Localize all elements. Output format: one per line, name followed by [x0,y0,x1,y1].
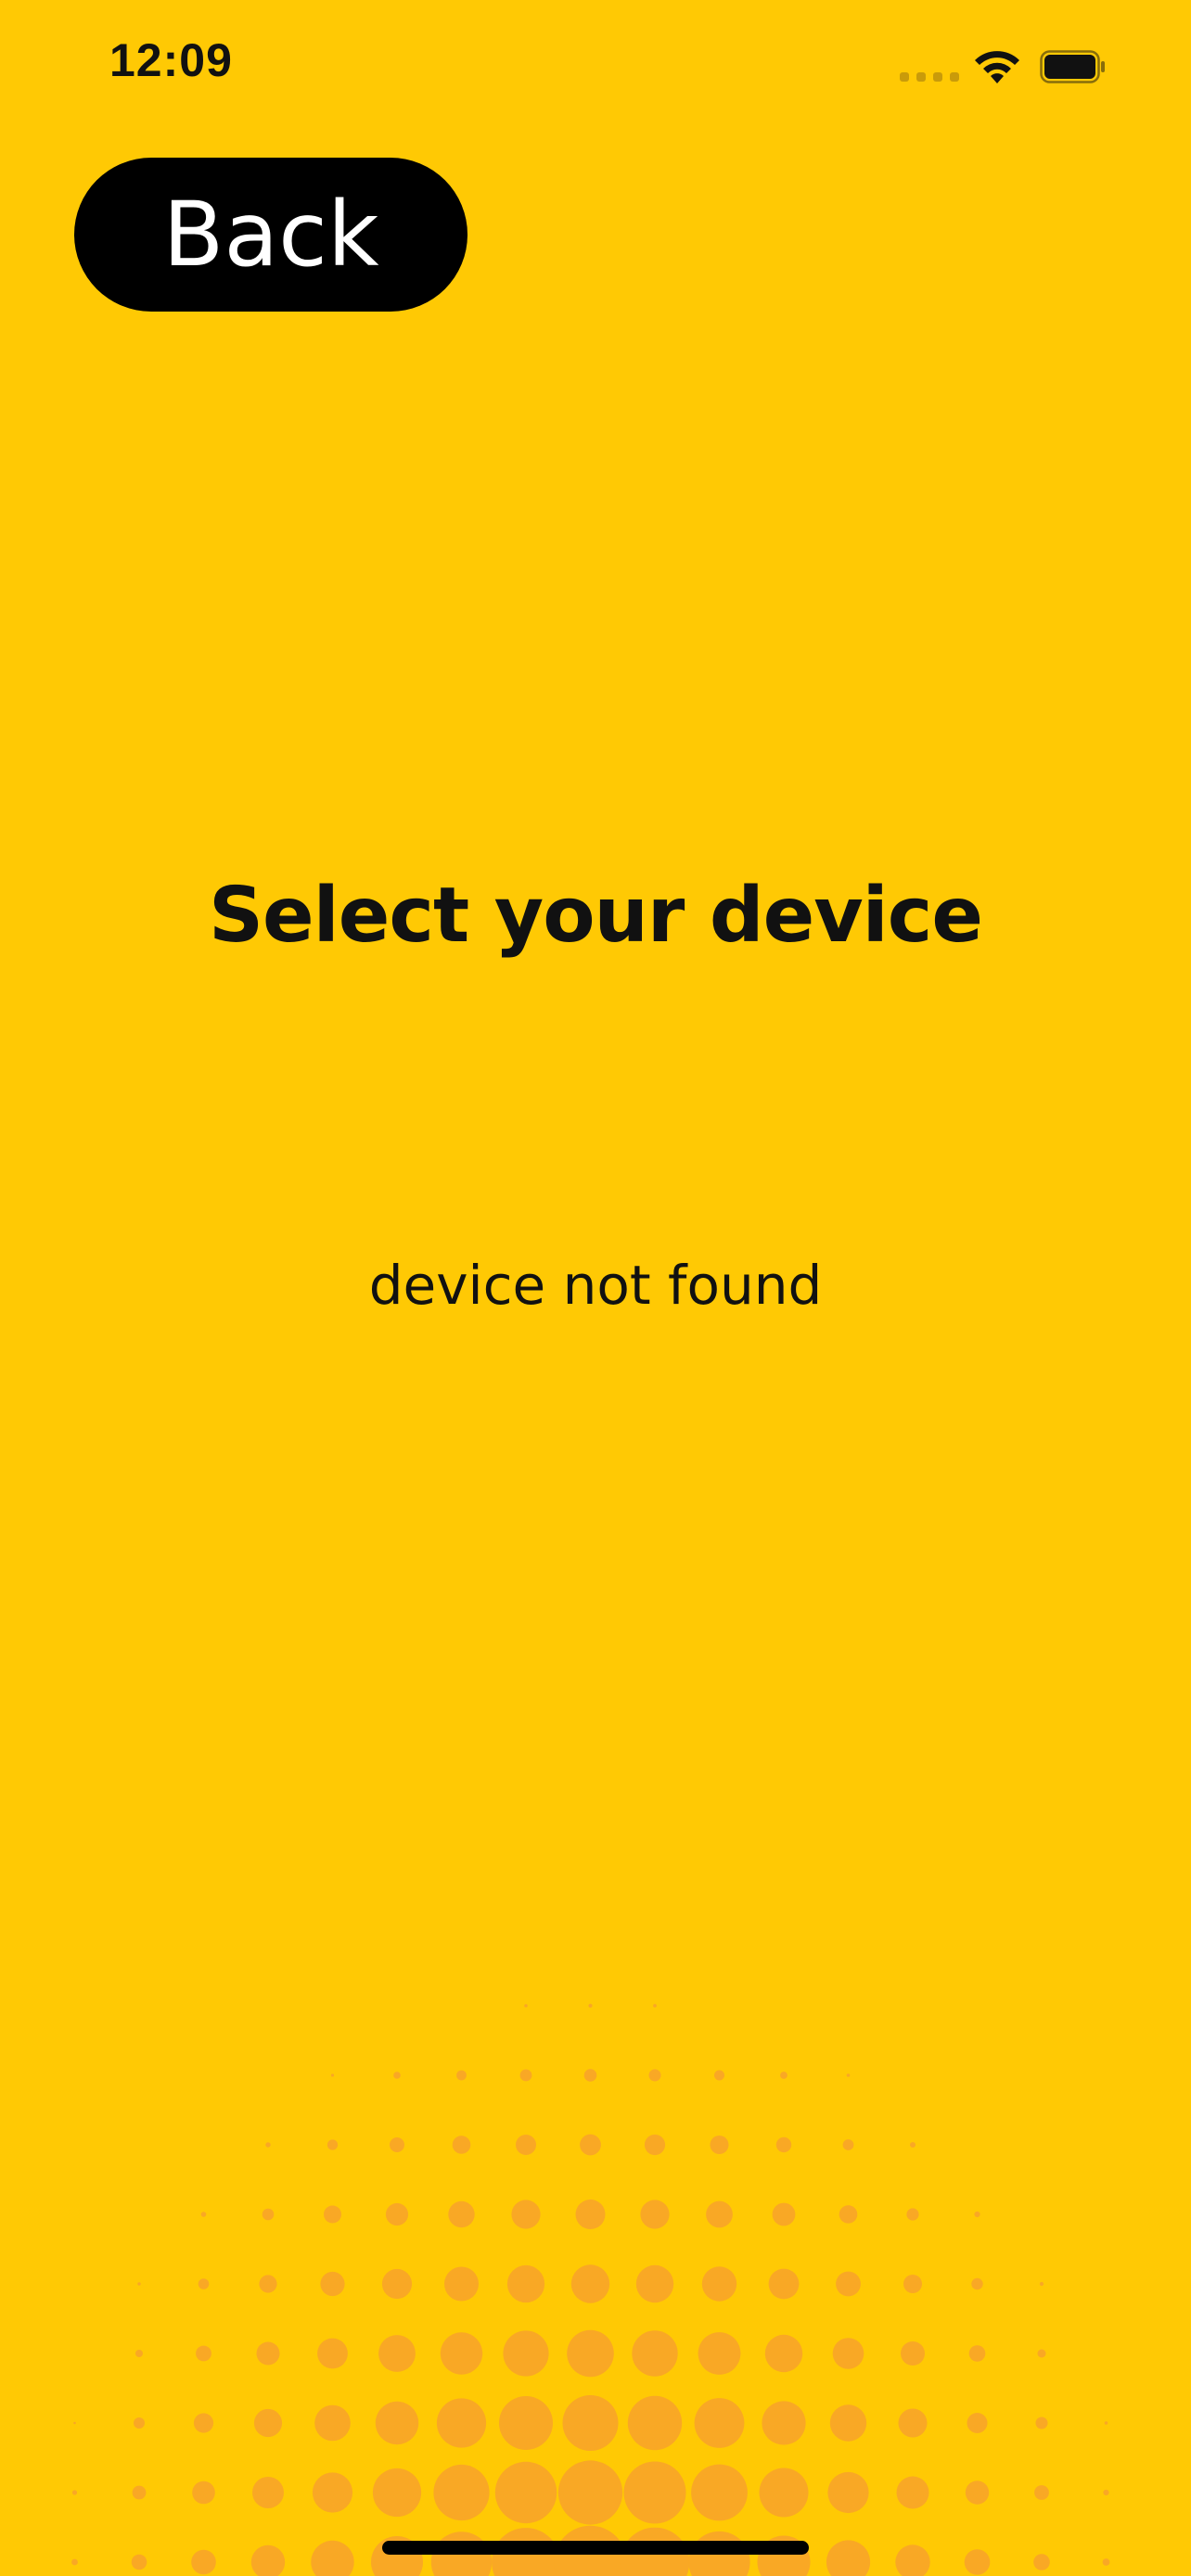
status-time: 12:09 [109,34,233,86]
battery-icon [1040,50,1105,83]
back-button[interactable]: Back [74,158,467,312]
device-status-message: device not found [368,1254,823,1317]
home-indicator [382,2541,809,2555]
page-title: Select your device [209,872,983,960]
wifi-icon [975,51,1019,83]
halftone-dots-decoration [71,2003,1110,2576]
status-bar: 12:09 [0,0,1191,139]
cellular-signal-icon [900,72,959,82]
